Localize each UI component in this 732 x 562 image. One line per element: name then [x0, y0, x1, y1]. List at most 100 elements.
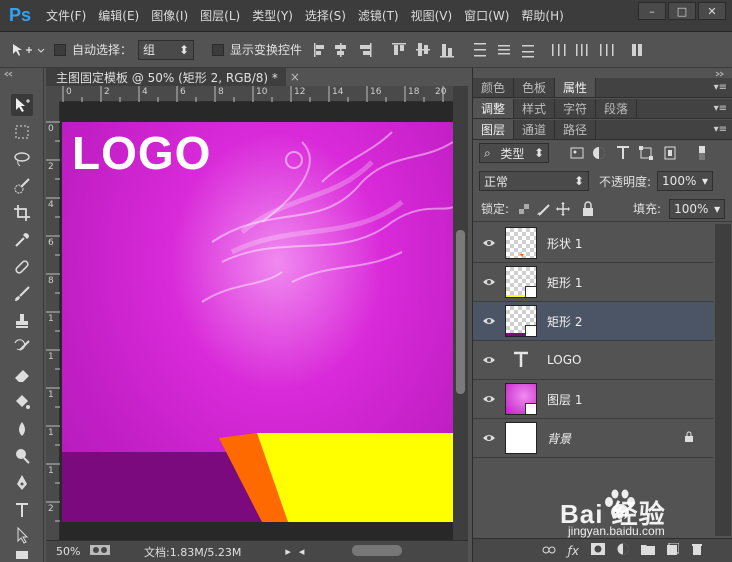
eye-icon[interactable] — [473, 316, 505, 326]
filter-kind-dropdown[interactable]: ⌕ 类型 ⬍ — [479, 143, 549, 163]
ruler-label: 6 — [48, 238, 54, 248]
auto-select-dropdown[interactable]: 组 ⬍ — [138, 39, 195, 60]
ruler-label: 1 — [48, 314, 54, 324]
layer-row-selected[interactable]: 矩形 2 — [473, 302, 713, 341]
ruler-label: 12 — [294, 87, 306, 97]
layer-name[interactable]: 背景 — [547, 430, 571, 447]
watermark-url: jingyan.baidu.com — [568, 524, 665, 538]
fill-label: 填充: — [633, 202, 662, 216]
filter-kind-value: 类型 — [500, 146, 525, 161]
layer-name[interactable]: LOGO — [547, 353, 581, 367]
tab-paragraph[interactable]: 段落 — [596, 99, 638, 118]
tab-paths[interactable]: 路径 — [555, 120, 597, 139]
vertical-scrollbar[interactable] — [453, 86, 468, 540]
photoshop-logo: Ps — [8, 5, 32, 25]
tab-color[interactable]: 颜色 — [473, 78, 515, 97]
search-icon: ⌕ — [484, 145, 491, 160]
tab-swatches[interactable]: 色板 — [514, 78, 556, 97]
path-selection-tool-icon[interactable] — [11, 524, 33, 546]
gpu-icon[interactable] — [90, 545, 114, 558]
panel-menu-icon[interactable]: ▾≡ — [714, 124, 727, 135]
layer-row[interactable]: 形状 1 — [473, 224, 713, 263]
paint-bucket-tool-icon[interactable] — [11, 391, 33, 413]
layer-name[interactable]: 矩形 1 — [547, 274, 582, 291]
ruler-label: 2 — [48, 162, 54, 172]
move-tool-icon[interactable] — [11, 94, 33, 116]
maximize-button[interactable]: □ — [668, 2, 696, 20]
align-distribute-icons[interactable] — [308, 40, 688, 60]
ruler-label: 2 — [48, 504, 54, 514]
type-tool-icon[interactable] — [11, 499, 33, 521]
menu-edit[interactable]: 编辑(E) — [92, 7, 145, 24]
blur-tool-icon[interactable] — [11, 418, 33, 440]
menu-select[interactable]: 选择(S) — [299, 7, 352, 24]
layer-row[interactable]: 矩形 1 — [473, 263, 713, 302]
lasso-tool-icon[interactable] — [11, 148, 33, 170]
menu-window[interactable]: 窗口(W) — [458, 7, 515, 24]
menu-type[interactable]: 类型(Y) — [246, 7, 299, 24]
pen-tool-icon[interactable] — [11, 472, 33, 494]
show-transform-checkbox[interactable] — [212, 43, 225, 56]
menu-bar: Ps 文件(F) 编辑(E) 图像(I) 图层(L) 类型(Y) 选择(S) 滤… — [0, 0, 732, 32]
minimize-button[interactable]: – — [638, 2, 666, 20]
layer-name[interactable]: 形状 1 — [547, 235, 582, 252]
tab-properties[interactable]: 属性 — [555, 78, 597, 97]
tab-adjustments[interactable]: 调整 — [473, 99, 515, 118]
menu-help[interactable]: 帮助(H) — [515, 7, 569, 24]
blend-row: 正常 ⬍ 不透明度: 100% ▾ — [473, 168, 732, 194]
menu-image[interactable]: 图像(I) — [145, 7, 194, 24]
opacity-field[interactable]: 100% ▾ — [657, 171, 714, 191]
auto-select-label: 自动选择： — [72, 43, 133, 57]
move-tool-preset-icon[interactable] — [8, 42, 48, 58]
menu-view[interactable]: 视图(V) — [405, 7, 459, 24]
clone-stamp-tool-icon[interactable] — [11, 310, 33, 332]
document-canvas[interactable]: LOGO — [62, 122, 453, 522]
quick-select-tool-icon[interactable] — [11, 175, 33, 197]
eye-icon[interactable] — [473, 433, 505, 443]
collapse-icon[interactable] — [0, 70, 44, 78]
tab-character[interactable]: 字符 — [555, 99, 597, 118]
eye-icon[interactable] — [473, 394, 505, 404]
tab-styles[interactable]: 样式 — [514, 99, 556, 118]
history-brush-tool-icon[interactable] — [11, 337, 33, 359]
panel-menu-icon[interactable]: ▾≡ — [714, 103, 727, 114]
menu-layer[interactable]: 图层(L) — [194, 7, 246, 24]
brush-tool-icon[interactable] — [11, 283, 33, 305]
auto-select-value: 组 — [143, 43, 156, 57]
close-tab-icon[interactable]: × — [290, 70, 300, 84]
eye-icon[interactable] — [473, 238, 505, 248]
layer-row[interactable]: 图层 1 — [473, 380, 713, 419]
fill-field[interactable]: 100% ▾ — [669, 198, 726, 219]
window-controls: – □ ✕ — [638, 2, 726, 20]
layer-name[interactable]: 矩形 2 — [547, 313, 582, 330]
tab-channels[interactable]: 通道 — [514, 120, 556, 139]
layer-row[interactable]: 背景 — [473, 419, 713, 458]
layer-row[interactable]: LOGO — [473, 341, 713, 380]
scroll-left-icon[interactable]: ◂ — [299, 545, 305, 558]
crop-tool-icon[interactable] — [11, 202, 33, 224]
lock-options-icons[interactable] — [517, 200, 599, 217]
dodge-tool-icon[interactable] — [11, 445, 33, 467]
eye-icon[interactable] — [473, 277, 505, 287]
close-button[interactable]: ✕ — [698, 2, 726, 20]
document-tab[interactable]: 主图固定模板 @ 50% (矩形 2, RGB/8) * × — [46, 68, 300, 86]
horizontal-scroll-thumb[interactable] — [352, 545, 402, 556]
eraser-tool-icon[interactable] — [11, 364, 33, 386]
vertical-scroll-thumb[interactable] — [456, 230, 465, 394]
play-arrow-icon[interactable]: ▸ — [285, 545, 291, 558]
tab-layers[interactable]: 图层 — [473, 120, 515, 139]
auto-select-checkbox[interactable] — [54, 43, 66, 56]
eye-icon[interactable] — [473, 355, 505, 365]
panel-menu-icon[interactable]: ▾≡ — [714, 82, 727, 93]
marquee-tool-icon[interactable] — [11, 121, 33, 143]
layer-name[interactable]: 图层 1 — [547, 391, 582, 408]
menu-file[interactable]: 文件(F) — [40, 7, 92, 24]
layer-filter-icons[interactable] — [567, 144, 717, 162]
rectangle-tool-icon[interactable] — [11, 546, 33, 560]
eyedropper-tool-icon[interactable] — [11, 229, 33, 251]
zoom-level[interactable]: 50% — [46, 545, 86, 558]
blend-mode-dropdown[interactable]: 正常 ⬍ — [479, 171, 589, 191]
ruler-label: 4 — [48, 200, 54, 210]
menu-filter[interactable]: 滤镜(T) — [352, 7, 405, 24]
healing-brush-tool-icon[interactable] — [11, 256, 33, 278]
